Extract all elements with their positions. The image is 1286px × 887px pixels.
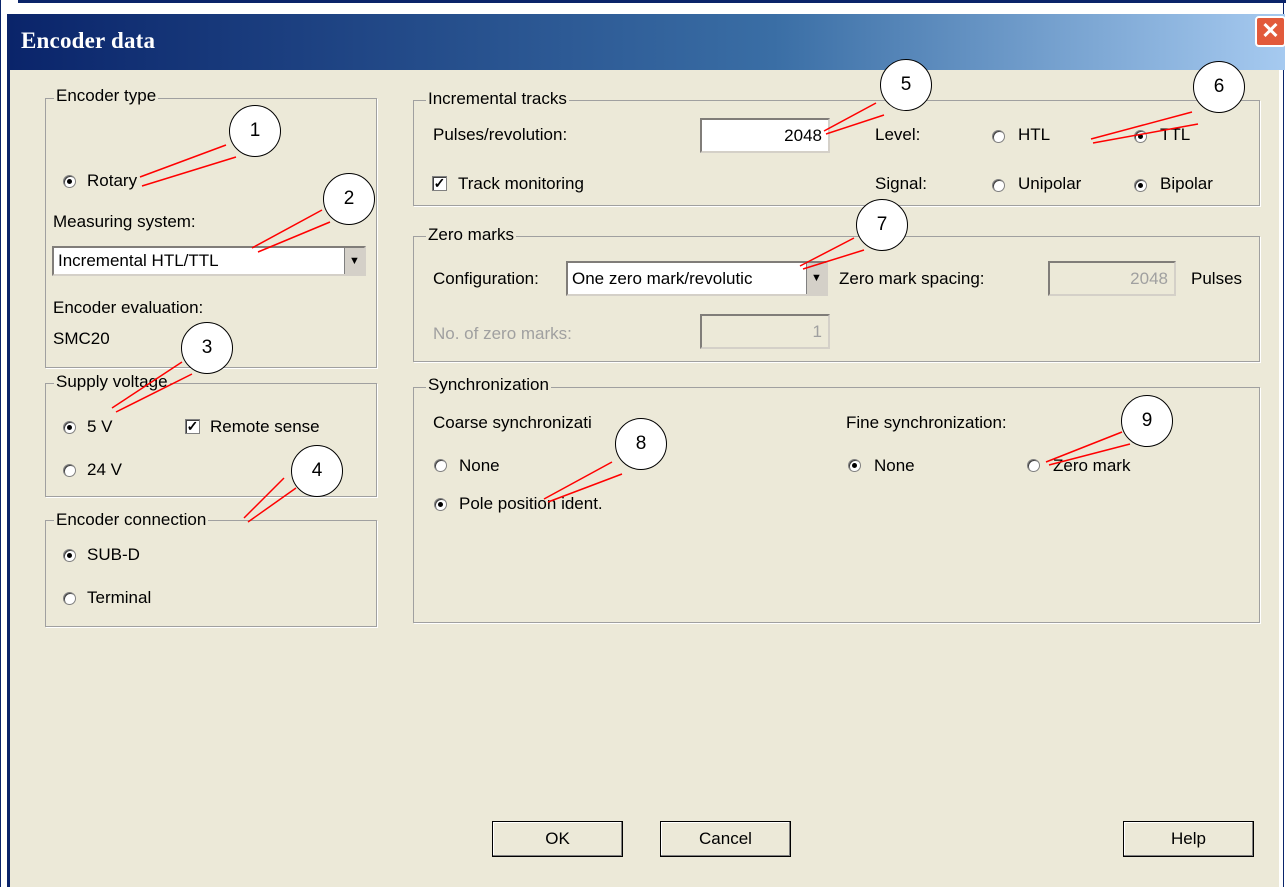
callout-1: 1 [229,105,281,157]
pole-position-ident-label: Pole position ident. [459,494,603,513]
callout-5: 5 [880,59,932,111]
incremental-tracks-legend: Incremental tracks [426,89,569,109]
supply-24v-label: 24 V [87,460,122,479]
help-button[interactable]: Help [1123,821,1254,857]
callout-3: 3 [181,322,233,374]
dialog-body: Encoder type Rotary Measuring system: In… [7,70,1279,887]
zero-mark-spacing-label: Zero mark spacing: [839,269,985,288]
fine-synchronization-label: Fine synchronization: [846,413,1007,432]
callout-2: 2 [323,173,375,225]
zero-marks-legend: Zero marks [426,225,516,245]
encoder-evaluation-label: Encoder evaluation: [53,298,204,317]
number-of-zero-marks-value: 1 [812,322,822,341]
zero-mark-spacing-input: 2048 [1048,261,1176,296]
chevron-down-icon[interactable]: ▼ [344,248,364,274]
pulses-per-revolution-label: Pulses/revolution: [433,125,568,144]
remote-sense-label: Remote sense [210,417,320,436]
rotary-label: Rotary [87,171,138,190]
level-label: Level: [875,125,921,144]
ttl-label: TTL [1160,125,1191,144]
zero-mark-spacing-value: 2048 [1130,269,1168,288]
ok-button[interactable]: OK [492,821,623,857]
callout-9: 9 [1121,395,1173,447]
htl-label: HTL [1018,125,1051,144]
measuring-system-label: Measuring system: [53,212,196,231]
number-of-zero-marks-input: 1 [700,314,830,349]
bipolar-label: Bipolar [1160,174,1213,193]
htl-radio[interactable] [992,130,1005,143]
configuration-dropdown[interactable]: One zero mark/revolutic ▼ [566,261,828,296]
cancel-button[interactable]: Cancel [660,821,791,857]
check-icon: ✓ [433,175,446,191]
signal-label: Signal: [875,174,927,193]
synchronization-legend: Synchronization [426,375,551,395]
track-monitoring-checkbox[interactable]: ✓ [432,176,447,191]
sub-d-radio[interactable] [63,549,76,562]
zero-mark-radio[interactable] [1027,459,1040,472]
terminal-label: Terminal [87,588,152,607]
coarse-synchronization-label: Coarse synchronizati [433,413,592,432]
measuring-system-dropdown[interactable]: Incremental HTL/TTL ▼ [52,246,366,276]
callout-6: 6 [1193,61,1245,113]
supply-voltage-legend: Supply voltage [54,372,170,392]
unipolar-radio[interactable] [992,179,1005,192]
supply-24v-radio[interactable] [63,464,76,477]
terminal-radio[interactable] [63,592,76,605]
pole-position-ident-radio[interactable] [434,498,447,511]
bipolar-radio[interactable] [1134,179,1147,192]
track-monitoring-label: Track monitoring [458,174,584,193]
fine-none-radio[interactable] [848,459,861,472]
supply-5v-label: 5 V [87,417,113,436]
unipolar-label: Unipolar [1018,174,1082,193]
sub-d-label: SUB-D [87,545,140,564]
configuration-label: Configuration: [433,269,539,288]
rotary-radio[interactable] [63,175,76,188]
remote-sense-checkbox[interactable]: ✓ [185,419,200,434]
configuration-value: One zero mark/revolutic [572,269,753,288]
encoder-evaluation-value: SMC20 [53,329,110,348]
zero-mark-spacing-unit: Pulses [1191,269,1243,288]
coarse-none-radio[interactable] [434,459,447,472]
zero-mark-label: Zero mark [1053,456,1131,475]
fine-none-label: None [874,456,915,475]
number-of-zero-marks-label: No. of zero marks: [433,324,572,343]
encoder-connection-legend: Encoder connection [54,510,209,530]
check-icon: ✓ [186,418,199,434]
encoder-connection-group [45,520,377,627]
callout-4: 4 [291,445,343,497]
close-icon: ✕ [1261,18,1280,43]
supply-5v-radio[interactable] [63,421,76,434]
coarse-none-label: None [459,456,500,475]
window-title: Encoder data [21,28,156,53]
ttl-radio[interactable] [1134,130,1147,143]
callout-8: 8 [615,418,667,470]
measuring-system-value: Incremental HTL/TTL [58,251,219,270]
close-button[interactable]: ✕ [1255,16,1286,47]
title-bar[interactable]: Encoder data ✕ [7,14,1286,70]
encoder-type-legend: Encoder type [54,86,159,106]
callout-7: 7 [856,199,908,251]
chevron-down-icon[interactable]: ▼ [806,263,826,294]
pulses-per-revolution-input[interactable]: 2048 [700,118,830,153]
pulses-per-revolution-value: 2048 [784,126,822,145]
